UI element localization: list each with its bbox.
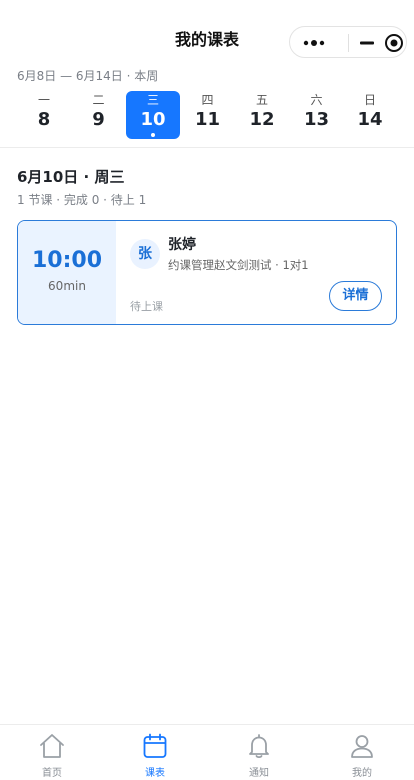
day-item-sun[interactable]: 日 14 <box>343 91 397 139</box>
tab-label: 通知 <box>249 768 269 779</box>
lesson-description: 约课管理赵文剑测试 · 1对1 <box>168 258 309 272</box>
schedule-page: 我的课表 6月8日 — 6月14日 · 本周 一 8 二 9 三 10 四 11… <box>0 0 414 780</box>
week-range-label: 6月8日 — 6月14日 · 本周 <box>17 69 159 83</box>
tab-bar: 首页 课表 通知 我的 <box>0 724 414 780</box>
selected-day-title: 6月10日 · 周三 <box>17 168 125 186</box>
mini-program-capsule <box>289 26 407 58</box>
day-of-week: 四 <box>201 93 214 107</box>
home-icon <box>40 734 64 758</box>
day-of-week: 六 <box>310 93 323 107</box>
divider <box>0 147 414 148</box>
day-date: 11 <box>194 109 221 130</box>
tab-label: 我的 <box>352 768 372 779</box>
target-icon[interactable] <box>384 33 404 53</box>
day-item-tue[interactable]: 二 9 <box>72 91 126 139</box>
day-of-week: 二 <box>92 93 105 107</box>
lesson-status: 待上课 <box>130 300 163 313</box>
day-date: 14 <box>357 109 383 130</box>
day-item-fri[interactable]: 五 12 <box>235 91 289 139</box>
tab-notifications[interactable]: 通知 <box>207 725 311 780</box>
header: 我的课表 <box>0 0 414 66</box>
day-of-week: 三 <box>146 93 159 107</box>
tab-label: 课表 <box>145 768 165 779</box>
user-icon <box>351 735 373 758</box>
day-date: 12 <box>249 109 275 130</box>
day-date: 10 <box>140 109 166 130</box>
tab-profile[interactable]: 我的 <box>310 725 414 780</box>
day-of-week: 五 <box>255 93 268 107</box>
calendar-icon <box>143 733 167 758</box>
detail-button[interactable]: 详情 <box>329 281 382 311</box>
minimize-icon[interactable] <box>358 35 376 51</box>
tab-schedule[interactable]: 课表 <box>103 725 207 780</box>
avatar: 张 <box>130 239 160 269</box>
capsule-divider <box>348 34 349 52</box>
selected-day-summary: 1 节课 · 完成 0 · 待上 1 <box>17 193 147 207</box>
day-of-week: 日 <box>363 93 376 107</box>
day-date: 9 <box>92 109 105 130</box>
student-name: 张婷 <box>168 237 196 253</box>
day-item-wed[interactable]: 三 10 <box>126 91 180 139</box>
more-icon[interactable] <box>302 35 332 51</box>
day-date: 13 <box>303 109 330 130</box>
lesson-indicator-dot <box>151 133 155 137</box>
lesson-start-time: 10:00 <box>31 248 103 273</box>
day-item-sat[interactable]: 六 13 <box>290 91 344 139</box>
tab-label: 首页 <box>42 768 62 779</box>
week-strip: 一 8 二 9 三 10 四 11 五 12 六 13 日 14 <box>17 91 397 139</box>
day-item-mon[interactable]: 一 8 <box>17 91 71 139</box>
lesson-card[interactable]: 10:00 60min 张 张婷 约课管理赵文剑测试 · 1对1 待上课 详情 <box>17 220 397 325</box>
tab-home[interactable]: 首页 <box>0 725 104 780</box>
lesson-duration: 60min <box>48 279 86 293</box>
day-of-week: 一 <box>37 93 50 107</box>
lesson-time-block: 10:00 60min <box>18 221 116 324</box>
day-item-thu[interactable]: 四 11 <box>181 91 235 139</box>
day-date: 8 <box>37 109 51 130</box>
bell-icon <box>249 734 269 759</box>
